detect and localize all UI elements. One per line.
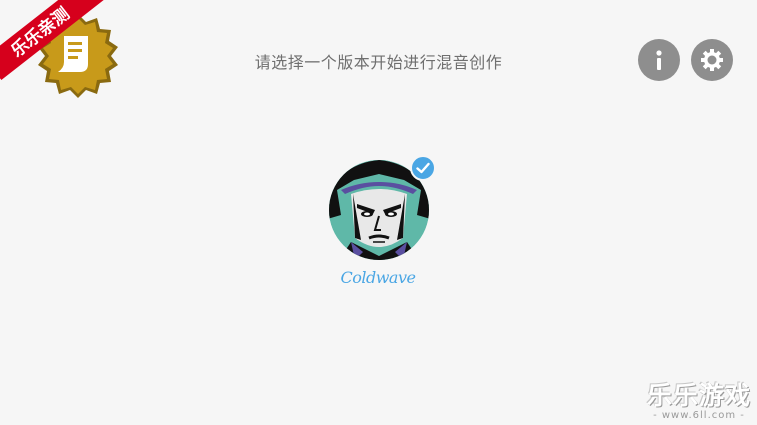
watermark-url: - www.6ll.com - [653,410,745,421]
selected-check-icon [410,155,436,181]
info-button[interactable] [638,39,680,81]
version-name: Coldwave [340,268,416,287]
info-icon [656,50,662,70]
gear-icon [701,49,723,71]
watermark: 乐乐游戏 - www.6ll.com - [647,376,751,421]
version-card-coldwave[interactable]: Coldwave [326,152,438,292]
settings-button[interactable] [691,39,733,81]
watermark-title: 乐乐游戏 [646,381,751,410]
